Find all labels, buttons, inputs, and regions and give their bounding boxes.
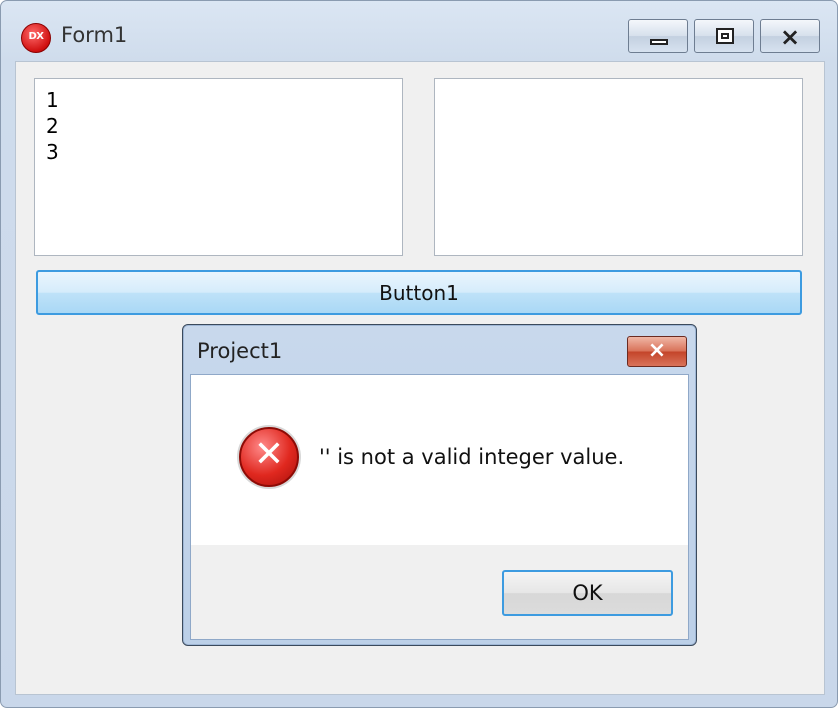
close-button[interactable]: × — [760, 19, 820, 53]
close-icon: × — [647, 338, 667, 363]
dialog-title: Project1 — [197, 339, 283, 363]
dialog-close-button[interactable]: × — [627, 336, 687, 367]
list-item[interactable]: 2 — [35, 113, 402, 139]
maximize-icon — [716, 28, 734, 44]
list-item[interactable]: 3 — [35, 139, 402, 165]
button1[interactable]: Button1 — [36, 270, 802, 315]
error-icon: ✕ — [239, 427, 299, 487]
dialog-message: '' is not a valid integer value. — [319, 445, 625, 469]
ok-button[interactable]: OK — [502, 570, 673, 616]
minimize-button[interactable] — [628, 19, 688, 53]
listbox-right-items — [435, 79, 802, 87]
listbox-left-items: 123 — [35, 79, 402, 165]
listbox-left[interactable]: 123 — [34, 78, 403, 256]
title-bar[interactable]: DX Form1 × — [1, 1, 837, 63]
close-icon: × — [779, 23, 801, 51]
list-item[interactable]: 1 — [35, 87, 402, 113]
app-icon[interactable]: DX — [21, 23, 51, 53]
error-icon-glyph: ✕ — [253, 434, 285, 475]
error-dialog: Project1 × ✕ '' is not a valid integer v… — [182, 324, 697, 646]
listbox-right[interactable] — [434, 78, 803, 256]
dialog-message-area: ✕ '' is not a valid integer value. — [191, 375, 688, 545]
maximize-button[interactable] — [694, 19, 754, 53]
dialog-body: ✕ '' is not a valid integer value. OK — [190, 374, 689, 640]
minimize-icon — [650, 39, 668, 45]
app-icon-text: DX — [28, 31, 44, 42]
window-title: Form1 — [61, 23, 128, 47]
